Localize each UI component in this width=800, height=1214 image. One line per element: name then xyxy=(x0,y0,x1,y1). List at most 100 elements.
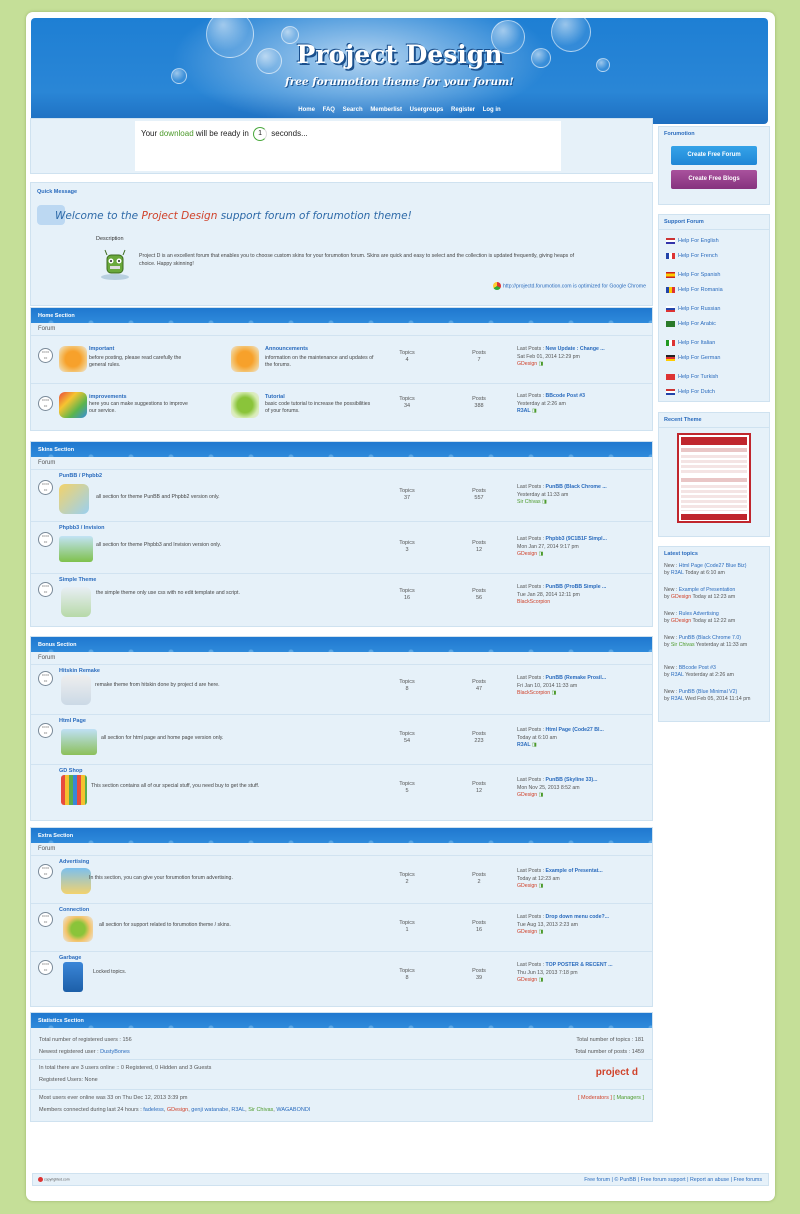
member-link[interactable]: R3AL xyxy=(231,1107,245,1113)
newest-user-link[interactable]: DustyBones xyxy=(100,1049,130,1055)
help-dutch-link[interactable]: Help For Dutch xyxy=(659,385,769,400)
support-widget: Support Forum Help For English Help For … xyxy=(658,214,770,402)
last-post-link[interactable]: Html Page (Code27 Bl... xyxy=(546,727,604,733)
forum-link-improvements[interactable]: improvements xyxy=(89,394,127,400)
member-link[interactable]: fadeless xyxy=(143,1107,164,1113)
spain-flag-icon xyxy=(666,271,675,278)
nav-faq[interactable]: FAQ xyxy=(323,107,335,113)
last-post-link[interactable]: PunBB (Skyline 33)... xyxy=(546,777,598,783)
forum-link-gd-shop[interactable]: GD Shop xyxy=(59,768,83,774)
italy-flag-icon xyxy=(666,339,675,346)
forum-link-connection[interactable]: Connection xyxy=(59,907,89,913)
project-d-logo: project d xyxy=(595,1067,638,1078)
latest-topic-link[interactable]: Html Page (Code27 Blue Biz) xyxy=(679,563,747,569)
statistics-title: Statistics Section xyxy=(31,1013,652,1028)
forum-link-html-page[interactable]: Html Page xyxy=(59,718,86,724)
recent-theme-widget: Recent Theme xyxy=(658,412,770,537)
forum-link-tutorial[interactable]: Tutorial xyxy=(265,394,285,400)
forum-link-advertising[interactable]: Advertising xyxy=(59,859,89,865)
last-post-link[interactable]: New Update : Change ... xyxy=(546,346,605,352)
footer-links[interactable]: Free forum | © PunBB | Free forum suppor… xyxy=(584,1177,762,1183)
home-section-title: Home Section xyxy=(31,308,652,323)
latest-topic-link[interactable]: Example of Presentation xyxy=(679,587,736,593)
nav-search[interactable]: Search xyxy=(343,107,363,113)
download-link[interactable]: download xyxy=(159,129,193,138)
last-post-link[interactable]: PunBB (Remake Prosil... xyxy=(546,675,607,681)
last-post-user[interactable]: BlackScorpion xyxy=(517,599,550,605)
help-romania-link[interactable]: Help For Romania xyxy=(659,283,769,298)
forum-link-punbb[interactable]: PunBB / Phpbb2 xyxy=(59,473,102,479)
create-blogs-button[interactable]: Create Free Blogs xyxy=(671,170,757,189)
last-post-user[interactable]: R3AL xyxy=(517,742,531,748)
member-link[interactable]: GDesign xyxy=(167,1107,188,1113)
improvements-icon xyxy=(59,392,87,418)
latest-topic-link[interactable]: PunBB (Black Chrome 7.0) xyxy=(679,635,741,641)
last-post-link[interactable]: PunBB (Black Chrome ... xyxy=(546,484,607,490)
chrome-notice[interactable]: http://projectd.forumotion.com is optimi… xyxy=(492,282,646,290)
create-forum-button[interactable]: Create Free Forum xyxy=(671,146,757,165)
trash-icon xyxy=(63,962,83,992)
help-russian-link[interactable]: Help For Russian xyxy=(659,302,769,317)
latest-topic-item: New : Example of Presentation by GDesign … xyxy=(664,587,736,600)
last-post-user[interactable]: R3AL xyxy=(517,408,531,414)
forum-status-icon: ▭▭ ▭ xyxy=(38,864,53,879)
welcome-message: Welcome to the Project Design support fo… xyxy=(55,210,412,222)
help-turkish-link[interactable]: Help For Turkish xyxy=(659,370,769,385)
member-link[interactable]: WAGABONDI xyxy=(276,1107,310,1113)
forum-link-phpbb3[interactable]: Phpbb3 / Invision xyxy=(59,525,105,531)
managers-link[interactable]: [ Managers ] xyxy=(613,1095,644,1101)
help-italian-link[interactable]: Help For Italian xyxy=(659,336,769,351)
advertising-icon xyxy=(61,868,91,894)
nav-login[interactable]: Log in xyxy=(483,107,501,113)
footer: copyrighted.com Free forum | © PunBB | F… xyxy=(32,1173,769,1186)
last-post-user[interactable]: GDesign xyxy=(517,883,537,889)
help-spanish-link[interactable]: Help For Spanish xyxy=(659,268,769,283)
forum-link-simple-theme[interactable]: Simple Theme xyxy=(59,577,96,583)
last-post-link[interactable]: Example of Presentat... xyxy=(546,868,603,874)
last-post-link[interactable]: Phpbb3 (9C1B1F Simpl... xyxy=(546,536,607,542)
forum-link-important[interactable]: Important xyxy=(89,346,114,352)
last-post-user[interactable]: GDesign xyxy=(517,792,537,798)
tutorial-icon xyxy=(231,392,259,418)
forum-link-hitskin[interactable]: Hitskin Remake xyxy=(59,668,100,674)
last-post-user[interactable]: GDesign xyxy=(517,977,537,983)
forum-status-icon: ▭▭ ▭ xyxy=(38,671,53,686)
help-english-link[interactable]: Help For English xyxy=(659,234,769,249)
description-label: Description xyxy=(96,236,124,242)
member-link[interactable]: Sir Chivas xyxy=(248,1107,273,1113)
uk-flag-icon xyxy=(666,237,675,244)
forum-link-garbage[interactable]: Garbage xyxy=(59,955,81,961)
latest-topic-link[interactable]: Rules Advertising xyxy=(679,611,719,617)
last-post-link[interactable]: TOP POSTER & RECENT ... xyxy=(546,962,613,968)
help-german-link[interactable]: Help For German xyxy=(659,351,769,366)
latest-topic-link[interactable]: BBcode Post #3 xyxy=(679,665,716,671)
forum-link-announcements[interactable]: Announcements xyxy=(265,346,308,352)
site-banner: Project Design free forumotion theme for… xyxy=(31,18,768,124)
nav-home[interactable]: Home xyxy=(298,107,315,113)
last-post-link[interactable]: BBcode Post #3 xyxy=(546,393,586,399)
last-post-user[interactable]: GDesign xyxy=(517,551,537,557)
help-french-link[interactable]: Help For French xyxy=(659,249,769,264)
member-link[interactable]: genji watanabe xyxy=(191,1107,228,1113)
last-post-user[interactable]: GDesign xyxy=(517,361,537,367)
download-ad: Your download will be ready in 1 seconds… xyxy=(135,121,561,171)
skin-icon xyxy=(61,729,97,755)
help-arabic-link[interactable]: Help For Arabic xyxy=(659,317,769,332)
nav-register[interactable]: Register xyxy=(451,107,475,113)
last-post-user[interactable]: BlackScorpion xyxy=(517,690,550,696)
announcements-icon xyxy=(231,346,259,372)
last-post-link[interactable]: Drop down menu code?... xyxy=(546,914,609,920)
last-post-user[interactable]: Sir Chivas xyxy=(517,499,541,505)
nav-usergroups[interactable]: Usergroups xyxy=(410,107,444,113)
last-post-link[interactable]: PunBB (ProBB Simple ... xyxy=(546,584,607,590)
recent-theme-thumbnail[interactable] xyxy=(677,433,751,523)
arabic-flag-icon xyxy=(666,320,675,327)
copyright-badge[interactable]: copyrighted.com xyxy=(38,1177,70,1182)
latest-topic-link[interactable]: PunBB (Blue Minimal V2) xyxy=(679,689,738,695)
nav-memberlist[interactable]: Memberlist xyxy=(370,107,402,113)
last-post-user[interactable]: GDesign xyxy=(517,929,537,935)
netherlands-flag-icon xyxy=(666,388,675,395)
home-section: Home Section Forum ▭▭ ▭ Important before … xyxy=(30,307,653,431)
moderators-link[interactable]: [ Moderators ] xyxy=(578,1095,612,1101)
site-subtitle: free forumotion theme for your forum! xyxy=(285,76,514,88)
